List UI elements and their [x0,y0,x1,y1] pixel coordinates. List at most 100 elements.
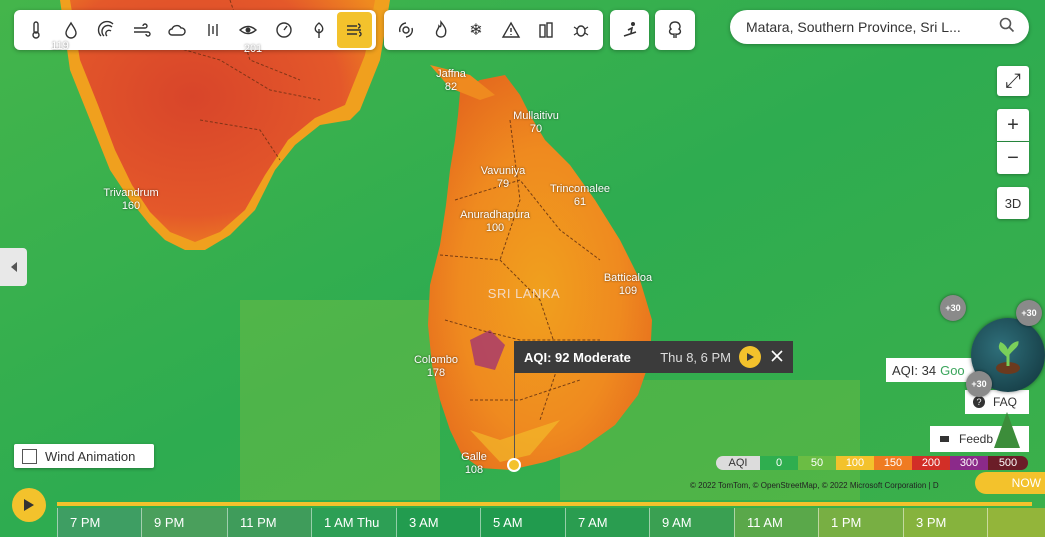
city-aqi: 201 [243,43,263,55]
city-aqi: 109 [618,285,638,297]
air-quality-icon[interactable] [336,12,373,48]
collapse-panel-button[interactable] [0,248,27,286]
bonus-badge[interactable]: +30 [966,371,992,397]
hurricane-icon[interactable] [388,12,423,48]
city-label[interactable]: Batticaloa 109 [604,272,652,298]
country-label: SRI LANKA [487,286,561,301]
city-label[interactable]: Colombo 178 [414,354,458,380]
timeline-hour[interactable]: 9 PM [141,508,227,537]
zoom-in-button[interactable]: + [997,109,1029,141]
city-name: Batticaloa [603,272,653,284]
city-label[interactable]: 119 [51,40,69,53]
aqi-popup[interactable]: AQI: 92 Moderate Thu 8, 6 PM [514,341,793,373]
thermometer-icon[interactable] [18,12,53,48]
timeline-hour[interactable]: 7 AM [565,508,649,537]
popup-time: Thu 8, 6 PM [660,349,731,365]
popup-pin-line [514,373,515,465]
wind-animation-toggle[interactable]: Wind Animation [14,444,154,468]
bug-icon[interactable] [564,12,599,48]
3d-button[interactable]: 3D [997,187,1029,219]
wind-swirl-icon[interactable] [89,12,124,48]
wind-animation-checkbox[interactable] [22,448,37,464]
timeline-hour[interactable]: 3 AM [396,508,480,537]
city-aqi: 178 [426,367,446,379]
timeline-hour[interactable]: 3 PM [903,508,987,537]
city-label[interactable]: Mullaitivu 70 [513,110,559,136]
buildings-icon[interactable] [529,12,564,48]
search-input[interactable] [744,18,999,36]
christmas-tree-icon [994,412,1020,448]
expand-icon: ⤢ [1005,69,1021,92]
timeline-hour[interactable]: 11 PM [227,508,311,537]
search-icon[interactable] [999,17,1015,38]
timeline-hour[interactable] [987,508,1045,537]
timeline-hour[interactable]: 1 PM [818,508,903,537]
city-name: Vavuniya [480,165,526,177]
timeline-hour[interactable]: 1 AM Thu [311,508,396,537]
fullscreen-button[interactable]: ⤢ [997,66,1029,96]
legend-stop: 0 [760,456,798,470]
city-label[interactable]: Anuradhapura 100 [460,209,530,235]
city-aqi: 70 [529,123,543,135]
timeline: 7 PM 9 PM 11 PM 1 AM Thu 3 AM 5 AM 7 AM … [0,508,1045,537]
wind-icon[interactable] [124,12,159,48]
legend-stop: 500 [988,456,1028,470]
city-label[interactable]: Trincomalee 61 [550,183,610,209]
city-name: Trincomalee [549,183,611,195]
feedback-icon [940,436,949,442]
pollen-leaf-icon[interactable] [301,12,336,48]
timeline-hour[interactable]: 7 PM [57,508,141,537]
help-icon: ? [973,396,985,408]
map-attribution[interactable]: © 2022 TomTom, © OpenStreetMap, © 2022 M… [690,481,939,490]
city-label[interactable]: Galle 108 [461,451,487,477]
zoom-out-button[interactable]: − [997,142,1029,174]
city-label[interactable]: Vavuniya 79 [481,165,525,191]
timeline-track[interactable] [57,502,1032,506]
bonus-badge[interactable]: +30 [940,295,966,321]
close-icon[interactable] [771,349,783,365]
city-aqi: 61 [573,196,587,208]
legend-stop: 200 [912,456,950,470]
cloud-icon[interactable] [160,12,195,48]
city-aqi: 82 [444,81,458,93]
city-name: Galle [461,451,487,463]
current-aqi-value: AQI: 34 [892,362,937,378]
city-aqi: 108 [464,464,484,476]
city-aqi: 100 [485,222,505,234]
winter-storm-icon[interactable]: ❄ [458,12,493,48]
city-label[interactable]: Trivandrum 160 [103,187,158,213]
precipitation-icon[interactable] [195,12,230,48]
now-marker[interactable]: NOW [975,472,1045,494]
tree-toolbar [655,10,695,50]
timeline-hour[interactable]: 11 AM [734,508,818,537]
city-aqi: 79 [496,178,510,190]
legend-stop: 100 [836,456,874,470]
wind-animation-label: Wind Animation [45,448,136,464]
city-label[interactable]: 201 [244,43,262,56]
legend-stop: 150 [874,456,912,470]
wildfire-icon[interactable] [423,12,458,48]
timeline-hour[interactable]: 5 AM [480,508,565,537]
current-aqi-status: Goo [940,362,965,378]
tree-icon[interactable] [657,12,693,48]
play-icon[interactable] [739,346,761,368]
legend-stop: 50 [798,456,836,470]
city-name: Trivandrum [103,187,159,199]
city-name: Mullaitivu [513,110,559,122]
bonus-badge[interactable]: +30 [1016,300,1042,326]
aqi-legend: AQI 0 50 100 150 200 300 500 [716,456,1028,470]
3d-label: 3D [1004,195,1022,211]
hazard-toolbar: ❄ [384,10,603,50]
plus-icon: + [1007,113,1019,136]
legend-stop: 300 [950,456,988,470]
location-pin[interactable] [507,458,521,472]
ski-icon[interactable] [612,12,648,48]
warning-icon[interactable] [494,12,529,48]
pressure-gauge-icon[interactable] [266,12,301,48]
caret-left-icon [10,262,17,272]
timeline-hour[interactable] [0,508,57,537]
city-label[interactable]: Jaffna 82 [436,68,466,94]
faq-label: FAQ [993,395,1018,409]
timeline-hour[interactable]: 9 AM [649,508,734,537]
city-name: Anuradhapura [460,209,530,221]
